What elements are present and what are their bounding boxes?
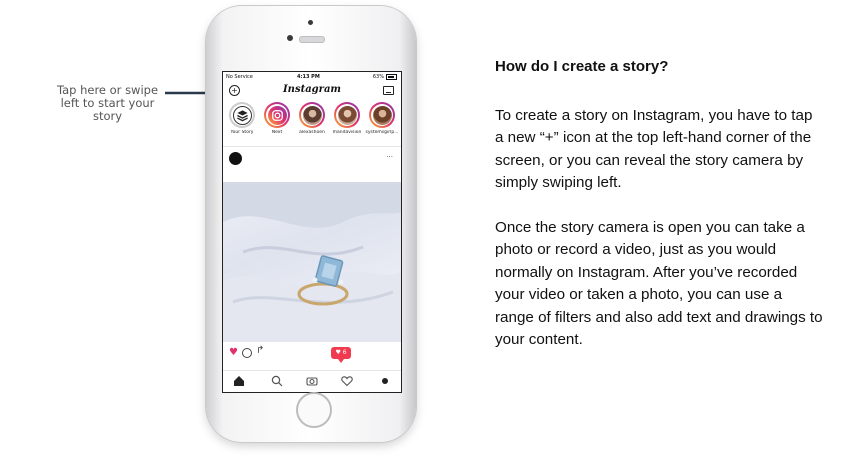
heart-icon[interactable]: ♥ xyxy=(229,347,238,358)
status-bar: No Service 4:13 PM 63% xyxy=(223,72,401,82)
story-item-your-story[interactable]: Your Story xyxy=(225,102,259,135)
story-item-alexashoen[interactable]: alexashoen xyxy=(295,102,329,135)
battery-icon xyxy=(386,74,397,80)
heart-outline-icon[interactable] xyxy=(341,375,353,387)
post-actions: ♥ ↱ ♥ 6 xyxy=(223,344,401,363)
story-label: systemsgirlp... xyxy=(365,130,399,135)
post-image[interactable] xyxy=(223,182,401,342)
home-button[interactable] xyxy=(296,392,332,428)
more-options-icon[interactable]: ... xyxy=(386,151,393,159)
divider xyxy=(223,146,401,147)
battery-label: 63% xyxy=(372,74,384,80)
article-paragraph-1: To create a story on Instagram, you have… xyxy=(495,107,813,192)
tab-bar xyxy=(223,370,401,391)
story-label: Your Story xyxy=(230,130,254,135)
share-icon[interactable]: ↱ xyxy=(256,345,264,356)
front-camera-icon xyxy=(287,35,293,41)
app-title: Instagram xyxy=(283,84,341,95)
search-icon[interactable] xyxy=(271,375,283,387)
instagram-screen: No Service 4:13 PM 63% + Instagram Your … xyxy=(222,71,402,393)
clock-label: 4:13 PM xyxy=(297,74,320,80)
story-label: Next xyxy=(271,130,283,135)
carrier-label: No Service xyxy=(226,74,253,80)
article-heading: How do I create a story? xyxy=(495,58,669,75)
story-item-systemsgirl[interactable]: systemsgirlp... xyxy=(365,102,399,135)
notification-badge: ♥ 6 xyxy=(331,347,351,363)
article-paragraph-2: Once the story camera is open you can ta… xyxy=(495,219,823,349)
post-header: ... xyxy=(223,150,401,170)
earpiece-speaker xyxy=(299,36,325,43)
avatar xyxy=(302,105,322,125)
plus-circle-icon[interactable]: + xyxy=(229,85,240,96)
instagram-logo-icon xyxy=(267,105,287,125)
story-label: alexashoen xyxy=(299,130,325,135)
home-icon[interactable] xyxy=(233,375,245,387)
comment-icon[interactable] xyxy=(242,348,252,358)
ring-photo xyxy=(223,182,401,342)
profile-icon[interactable] xyxy=(379,375,391,387)
stories-tray: Your Story Next alexashoen mandavision s… xyxy=(223,102,401,142)
story-label: mandavision xyxy=(332,130,362,135)
layers-icon xyxy=(232,105,252,125)
callout-line-3: story xyxy=(92,109,123,123)
app-header: + Instagram xyxy=(223,82,401,100)
camera-icon[interactable] xyxy=(306,375,318,387)
inbox-icon[interactable] xyxy=(383,86,394,95)
story-item-next[interactable]: Next xyxy=(260,102,294,135)
callout-text: Tap here or swipe left to start your sto… xyxy=(40,84,175,123)
notification-count: 6 xyxy=(342,349,347,356)
front-sensor-icon xyxy=(308,20,313,25)
avatar xyxy=(337,105,357,125)
post-avatar[interactable] xyxy=(229,152,242,165)
story-item-mandavision[interactable]: mandavision xyxy=(330,102,364,135)
phone-mockup: No Service 4:13 PM 63% + Instagram Your … xyxy=(206,6,416,442)
avatar xyxy=(372,105,392,125)
